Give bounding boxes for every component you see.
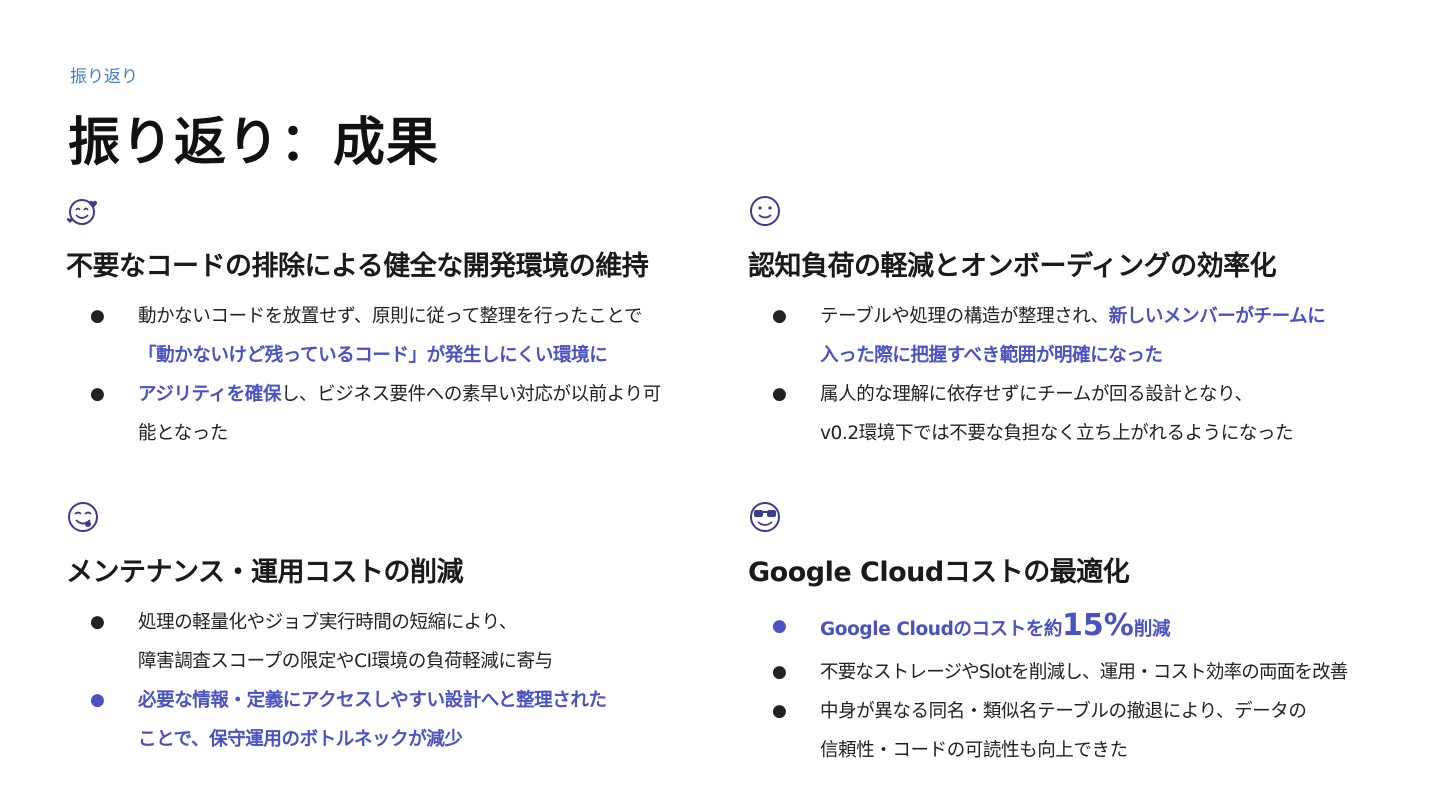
list-item: ● 中身が異なる同名・類似名テーブルの撤退により、データの 信頼性・コードの可読… — [748, 692, 1398, 770]
bullet-text: 障害調査スコープの限定やCI環境の負荷軽減に寄与 — [138, 651, 553, 672]
breadcrumb: 振り返り — [70, 67, 138, 87]
bullet-text: 動かないコードを放置せず、原則に従って整理を行ったことで — [138, 306, 643, 327]
bullet-text-highlight: 入った際に把握すべき範囲が明確になった — [820, 345, 1163, 366]
bullet-text: 属人的な理解に依存せずにチームが回る設計となり、 — [820, 384, 1253, 405]
bullet-dot: ● — [90, 306, 105, 326]
smiling-face-with-sunglasses-icon — [750, 502, 780, 532]
bullet-dot: ● — [772, 384, 787, 404]
bullet-text-highlight: 「動かないけど残っているコード」が発生しにくい環境に — [138, 345, 608, 366]
bullet-post: 削減 — [1133, 619, 1171, 640]
bullet-dot: ● — [772, 616, 787, 636]
face-savoring-food-icon — [68, 502, 98, 532]
card-title: メンテナンス・運用コストの削減 — [66, 557, 463, 588]
bullet-text: v0.2環境下では不要な負担なく立ち上がれるようになった — [820, 423, 1294, 444]
bullet-text: 処理の軽量化やジョブ実行時間の短縮により、 — [138, 612, 517, 633]
bullet-text: テーブルや処理の構造が整理され、新しいメンバーがチームに — [820, 297, 1398, 336]
smiling-face-with-hearts-icon — [66, 199, 98, 225]
cost-reduction-value: 15% — [1062, 608, 1134, 643]
list-item: ● Google Cloudのコストを約15%削減 — [748, 603, 1398, 653]
list-item: ● 不要なストレージやSlotを削減し、運用・コスト効率の両面を改善 — [748, 653, 1398, 692]
list-item: ● 必要な情報・定義にアクセスしやすい設計へと整理された ことで、保守運用のボト… — [66, 681, 716, 759]
card-title: Google Cloudコストの最適化 — [748, 557, 1130, 588]
list-item: ● アジリティを確保し、ビジネス要件への素早い対応が以前より可 能となった — [66, 375, 716, 453]
bullet-dot: ● — [772, 306, 787, 326]
bullet-dot: ● — [772, 662, 787, 682]
bullet-text: 不要なストレージやSlotを削減し、運用・コスト効率の両面を改善 — [820, 662, 1348, 683]
list-item: ● 動かないコードを放置せず、原則に従って整理を行ったことで 「動かないけど残っ… — [66, 297, 716, 375]
result-card-cloud-cost: Google Cloudコストの最適化 ● Google Cloudのコストを約… — [748, 500, 1398, 770]
page-title: 振り返り：成果 — [68, 113, 440, 173]
bullet-highlight: 新しいメンバーがチームに — [1108, 306, 1326, 327]
bullet-dot: ● — [90, 690, 105, 710]
bullet-text: 能となった — [138, 423, 228, 444]
bullet-highlight: アジリティを確保 — [138, 384, 281, 405]
bullet-list: ● 処理の軽量化やジョブ実行時間の短縮により、 障害調査スコープの限定やCI環境… — [66, 603, 716, 759]
bullet-text: 中身が異なる同名・類似名テーブルの撤退により、データの — [820, 701, 1307, 722]
bullet-dot: ● — [90, 612, 105, 632]
bullet-dot: ● — [772, 701, 787, 721]
bullet-dot: ● — [90, 384, 105, 404]
bullet-pre: Google Cloudのコストを約 — [820, 619, 1063, 640]
result-card-onboarding: 認知負荷の軽減とオンボーディングの効率化 ● テーブルや処理の構造が整理され、新… — [748, 194, 1398, 453]
bullet-text: アジリティを確保し、ビジネス要件への素早い対応が以前より可 — [138, 375, 716, 414]
bullet-plain: テーブルや処理の構造が整理され、 — [820, 306, 1109, 327]
result-card-code-cleanup: 不要なコードの排除による健全な開発環境の維持 ● 動かないコードを放置せず、原則… — [66, 194, 716, 453]
list-item: ● 処理の軽量化やジョブ実行時間の短縮により、 障害調査スコープの限定やCI環境… — [66, 603, 716, 681]
bullet-rest: し、ビジネス要件への素早い対応が以前より可 — [280, 384, 661, 405]
slightly-smiling-face-icon — [750, 196, 780, 226]
bullet-list: ● Google Cloudのコストを約15%削減 ● 不要なストレージやSlo… — [748, 603, 1398, 770]
bullet-text-highlight: Google Cloudのコストを約15%削減 — [820, 603, 1398, 653]
bullet-text-highlight: ことで、保守運用のボトルネックが減少 — [138, 729, 463, 750]
list-item: ● テーブルや処理の構造が整理され、新しいメンバーがチームに 入った際に把握すべ… — [748, 297, 1398, 375]
result-card-maintenance: メンテナンス・運用コストの削減 ● 処理の軽量化やジョブ実行時間の短縮により、 … — [66, 500, 716, 759]
card-title: 認知負荷の軽減とオンボーディングの効率化 — [748, 251, 1277, 282]
card-title: 不要なコードの排除による健全な開発環境の維持 — [66, 251, 649, 282]
bullet-list: ● テーブルや処理の構造が整理され、新しいメンバーがチームに 入った際に把握すべ… — [748, 297, 1398, 453]
list-item: ● 属人的な理解に依存せずにチームが回る設計となり、 v0.2環境下では不要な負… — [748, 375, 1398, 453]
bullet-text-highlight: 必要な情報・定義にアクセスしやすい設計へと整理された — [138, 690, 607, 711]
bullet-list: ● 動かないコードを放置せず、原則に従って整理を行ったことで 「動かないけど残っ… — [66, 297, 716, 453]
bullet-text: 信頼性・コードの可読性も向上できた — [820, 740, 1128, 761]
